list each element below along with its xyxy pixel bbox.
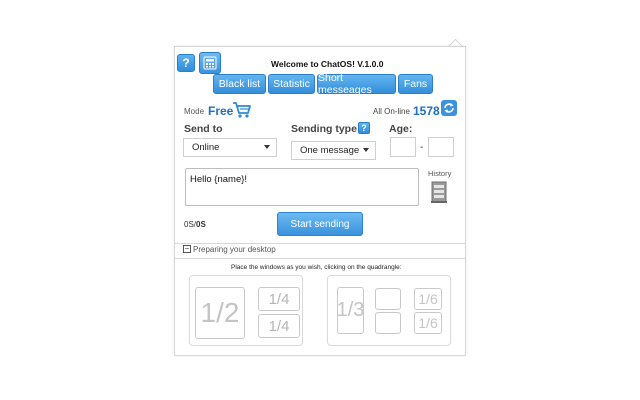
layout-cell-grid-top[interactable] [375, 288, 401, 310]
send-to-label: Send to [184, 123, 223, 135]
counter-value: 0S [196, 220, 206, 229]
chatos-popup: ? Welcome to ChatOS! V.1.0.0 Black list … [174, 46, 466, 356]
calculator-icon [203, 56, 217, 70]
tab-fans[interactable]: Fans [398, 74, 433, 94]
history-label: History [428, 169, 452, 178]
layout-cell-sixth-bottom[interactable]: 1/6 [414, 312, 442, 334]
sending-type-label: Sending type [291, 123, 357, 135]
section-divider [175, 243, 465, 244]
age-to-input[interactable] [428, 137, 454, 157]
send-to-value: Online [192, 142, 220, 153]
sending-type-value: One message [300, 145, 360, 156]
mode-label: Mode [184, 107, 205, 116]
sending-type-select[interactable]: One message [291, 141, 376, 160]
layout-cell-third[interactable]: 1/3 [337, 287, 364, 334]
help-button[interactable]: ? [177, 54, 195, 72]
history-icon[interactable] [429, 179, 449, 205]
layout-cell-grid-bottom[interactable] [375, 312, 401, 334]
counter-prefix: 0S/ [184, 220, 197, 229]
mode-value: Free [208, 104, 234, 118]
collapse-toggle[interactable]: − [183, 245, 191, 253]
send-to-select[interactable]: Online [183, 138, 277, 157]
layout-half-quarters: 1/2 1/4 1/4 [189, 275, 303, 346]
calculator-button[interactable] [199, 52, 221, 74]
layout-cell-sixth-top[interactable]: 1/6 [414, 288, 442, 310]
layout-thirds-sixths: 1/3 1/6 1/6 [327, 275, 451, 346]
section-divider [175, 258, 465, 259]
chevron-down-icon [264, 145, 270, 149]
sending-type-help-label: ? [361, 123, 367, 133]
popup-title: Welcome to ChatOS! V.1.0.0 [271, 59, 384, 69]
tab-black-list[interactable]: Black list [213, 74, 266, 94]
minus-icon: − [184, 244, 190, 253]
tab-statistic[interactable]: Statistic [268, 74, 315, 94]
message-textarea[interactable]: Hello {name}! [185, 168, 419, 206]
message-counter: 0S/0S [184, 220, 206, 229]
cart-icon[interactable] [232, 101, 252, 119]
sending-type-help-button[interactable]: ? [358, 122, 370, 134]
online-label: All On-line [373, 107, 410, 116]
age-separator: - [420, 142, 424, 153]
preparing-desktop-label: Preparing your desktop [193, 245, 276, 254]
layout-cell-quarter-top[interactable]: 1/4 [258, 287, 300, 311]
chevron-down-icon [363, 148, 369, 152]
layout-cell-half[interactable]: 1/2 [195, 287, 245, 339]
start-sending-button[interactable]: Start sending [277, 212, 363, 236]
age-label: Age: [389, 123, 413, 135]
layout-instruction: Place the windows as you wish, clicking … [231, 264, 402, 271]
tab-short-messages[interactable]: Short messeages [317, 72, 396, 96]
layout-cell-quarter-bottom[interactable]: 1/4 [258, 314, 300, 338]
age-from-input[interactable] [390, 137, 416, 157]
help-label: ? [182, 56, 190, 70]
online-count: 1578 [413, 104, 440, 118]
refresh-icon[interactable] [440, 99, 458, 117]
